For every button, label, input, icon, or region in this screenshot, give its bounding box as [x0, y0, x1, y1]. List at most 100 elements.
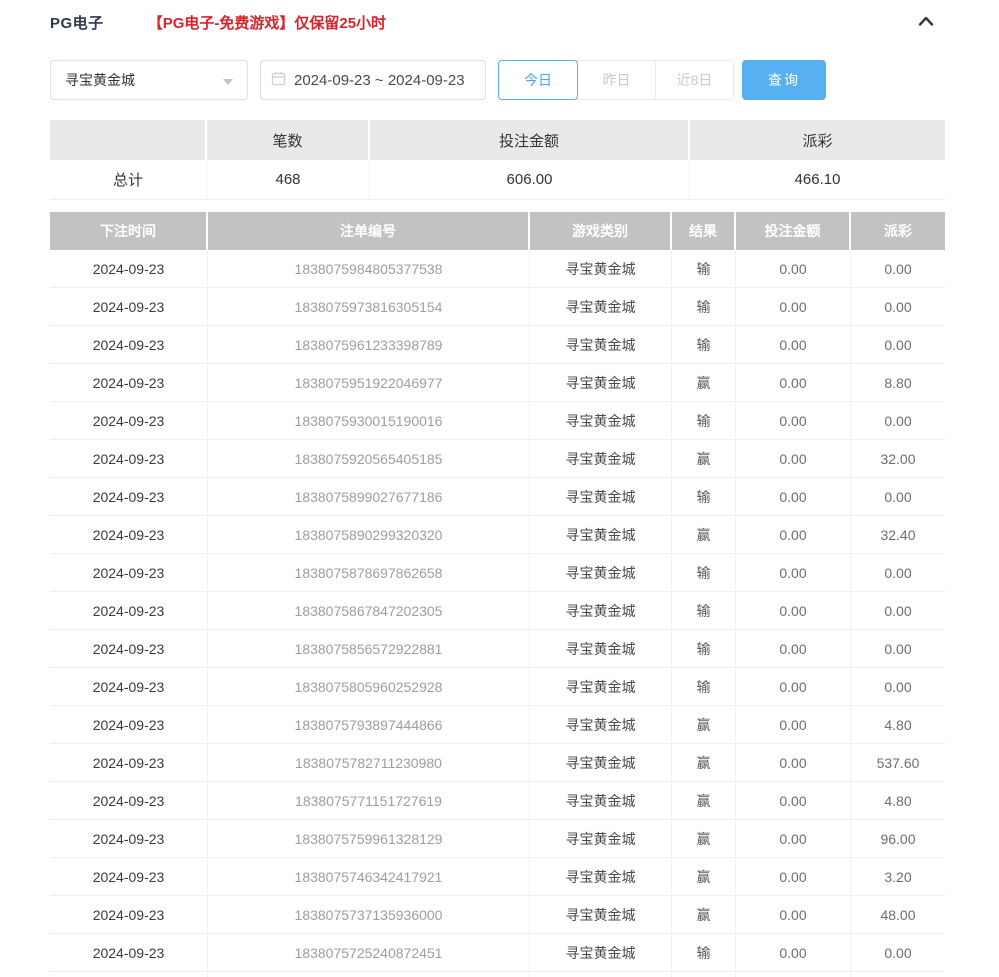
cell-bet-id: 1838075930015190016	[208, 402, 530, 440]
cell-bet-time: 2024-09-23	[50, 782, 208, 820]
page-header: PG电子 【PG电子-免费游戏】仅保留25小时	[50, 10, 945, 34]
table-row: 2024-09-23 1838075737135936000 寻宝黄金城 赢 0…	[50, 896, 945, 934]
cell-bet-id: 1838075737135936000	[208, 896, 530, 934]
cell-result: 赢	[672, 440, 736, 478]
cell-game-type: 寻宝黄金城	[530, 402, 672, 440]
table-row: 2024-09-23 1838075961233398789 寻宝黄金城 输 0…	[50, 326, 945, 364]
table-row: 2024-09-23 1838075759961328129 寻宝黄金城 赢 0…	[50, 820, 945, 858]
cell-bet-time: 2024-09-23	[50, 516, 208, 554]
page-title: PG电子	[50, 12, 104, 33]
cell-result: 赢	[672, 744, 736, 782]
table-row: 2024-09-23 1838075805960252928 寻宝黄金城 输 0…	[50, 668, 945, 706]
cell-payout: 8.80	[851, 364, 945, 402]
cell-result: 赢	[672, 706, 736, 744]
cell-payout: 32.40	[851, 516, 945, 554]
cell-bet-amount: 0.00	[736, 592, 851, 630]
cell-bet-amount: 0.00	[736, 668, 851, 706]
cell-bet-amount: 0.00	[736, 326, 851, 364]
cell-bet-time: 2024-09-23	[50, 440, 208, 478]
table-row: 2024-09-23 1838075746342417921 寻宝黄金城 赢 0…	[50, 858, 945, 896]
cell-bet-id: 1838075961233398789	[208, 326, 530, 364]
cell-payout: 537.60	[851, 744, 945, 782]
cell-payout: 1.60	[851, 972, 945, 977]
calendar-icon	[271, 71, 294, 90]
cell-payout: 4.80	[851, 706, 945, 744]
cell-payout: 48.00	[851, 896, 945, 934]
quick-date-button-group: 今日 昨日 近8日	[498, 60, 734, 100]
cell-bet-id: 1838075867847202305	[208, 592, 530, 630]
cell-bet-id: 1838075878697862658	[208, 554, 530, 592]
cell-game-type: 寻宝黄金城	[530, 364, 672, 402]
cell-payout: 0.00	[851, 326, 945, 364]
quick-filter-yesterday[interactable]: 昨日	[577, 61, 655, 99]
cell-bet-id: 1838075714909794057	[208, 972, 530, 977]
chevron-down-icon	[223, 79, 233, 85]
cell-game-type: 寻宝黄金城	[530, 820, 672, 858]
cell-bet-time: 2024-09-23	[50, 630, 208, 668]
date-range-input[interactable]: 2024-09-23 ~ 2024-09-23	[260, 60, 486, 100]
col-header-payout: 派彩	[851, 212, 945, 250]
cell-bet-amount: 0.00	[736, 972, 851, 977]
cell-game-type: 寻宝黄金城	[530, 554, 672, 592]
cell-bet-amount: 0.00	[736, 820, 851, 858]
table-row: 2024-09-23 1838075714909794057 寻宝黄金城 赢 0…	[50, 972, 945, 977]
col-header-bet-id: 注单编号	[208, 212, 530, 250]
cell-payout: 0.00	[851, 402, 945, 440]
col-header-bet-time: 下注时间	[50, 212, 208, 250]
cell-payout: 0.00	[851, 592, 945, 630]
cell-bet-amount: 0.00	[736, 934, 851, 972]
cell-bet-amount: 0.00	[736, 478, 851, 516]
cell-bet-time: 2024-09-23	[50, 934, 208, 972]
cell-payout: 3.20	[851, 858, 945, 896]
cell-result: 输	[672, 402, 736, 440]
summary-table: 笔数 投注金额 派彩 总计 468 606.00 466.10	[50, 120, 945, 200]
game-select-value: 寻宝黄金城	[65, 70, 135, 90]
cell-payout: 32.00	[851, 440, 945, 478]
table-row: 2024-09-23 1838075984805377538 寻宝黄金城 输 0…	[50, 250, 945, 288]
table-row: 2024-09-23 1838075725240872451 寻宝黄金城 输 0…	[50, 934, 945, 972]
cell-payout: 0.00	[851, 288, 945, 326]
cell-bet-amount: 0.00	[736, 554, 851, 592]
search-button[interactable]: 查询	[742, 60, 826, 100]
cell-bet-time: 2024-09-23	[50, 896, 208, 934]
cell-bet-time: 2024-09-23	[50, 820, 208, 858]
cell-bet-time: 2024-09-23	[50, 402, 208, 440]
cell-bet-id: 1838075759961328129	[208, 820, 530, 858]
date-range-value: 2024-09-23 ~ 2024-09-23	[294, 72, 465, 89]
cell-result: 输	[672, 668, 736, 706]
cell-bet-id: 1838075899027677186	[208, 478, 530, 516]
cell-bet-id: 1838075771151727619	[208, 782, 530, 820]
table-row: 2024-09-23 1838075793897444866 寻宝黄金城 赢 0…	[50, 706, 945, 744]
cell-result: 输	[672, 326, 736, 364]
quick-filter-today[interactable]: 今日	[498, 60, 578, 100]
table-row: 2024-09-23 1838075878697862658 寻宝黄金城 输 0…	[50, 554, 945, 592]
summary-total-payout: 466.10	[690, 160, 945, 200]
cell-bet-amount: 0.00	[736, 440, 851, 478]
cell-bet-id: 1838075920565405185	[208, 440, 530, 478]
cell-payout: 0.00	[851, 250, 945, 288]
quick-filter-last8days[interactable]: 近8日	[655, 61, 733, 99]
cell-bet-amount: 0.00	[736, 288, 851, 326]
bet-table: 下注时间 注单编号 游戏类别 结果 投注金额 派彩 2024-09-23 183…	[50, 212, 945, 977]
cell-result: 输	[672, 554, 736, 592]
cell-result: 赢	[672, 858, 736, 896]
cell-result: 赢	[672, 364, 736, 402]
cell-payout: 96.00	[851, 820, 945, 858]
table-row: 2024-09-23 1838075856572922881 寻宝黄金城 输 0…	[50, 630, 945, 668]
summary-header-blank	[50, 120, 207, 160]
cell-bet-time: 2024-09-23	[50, 668, 208, 706]
cell-result: 输	[672, 250, 736, 288]
cell-result: 赢	[672, 896, 736, 934]
cell-bet-time: 2024-09-23	[50, 364, 208, 402]
cell-bet-time: 2024-09-23	[50, 706, 208, 744]
cell-bet-id: 1838075805960252928	[208, 668, 530, 706]
cell-game-type: 寻宝黄金城	[530, 972, 672, 977]
table-row: 2024-09-23 1838075930015190016 寻宝黄金城 输 0…	[50, 402, 945, 440]
collapse-panel-button[interactable]	[913, 10, 939, 34]
cell-bet-amount: 0.00	[736, 630, 851, 668]
summary-header-payout: 派彩	[690, 120, 945, 160]
cell-bet-id: 1838075725240872451	[208, 934, 530, 972]
cell-game-type: 寻宝黄金城	[530, 478, 672, 516]
cell-bet-time: 2024-09-23	[50, 592, 208, 630]
game-select[interactable]: 寻宝黄金城	[50, 60, 248, 100]
